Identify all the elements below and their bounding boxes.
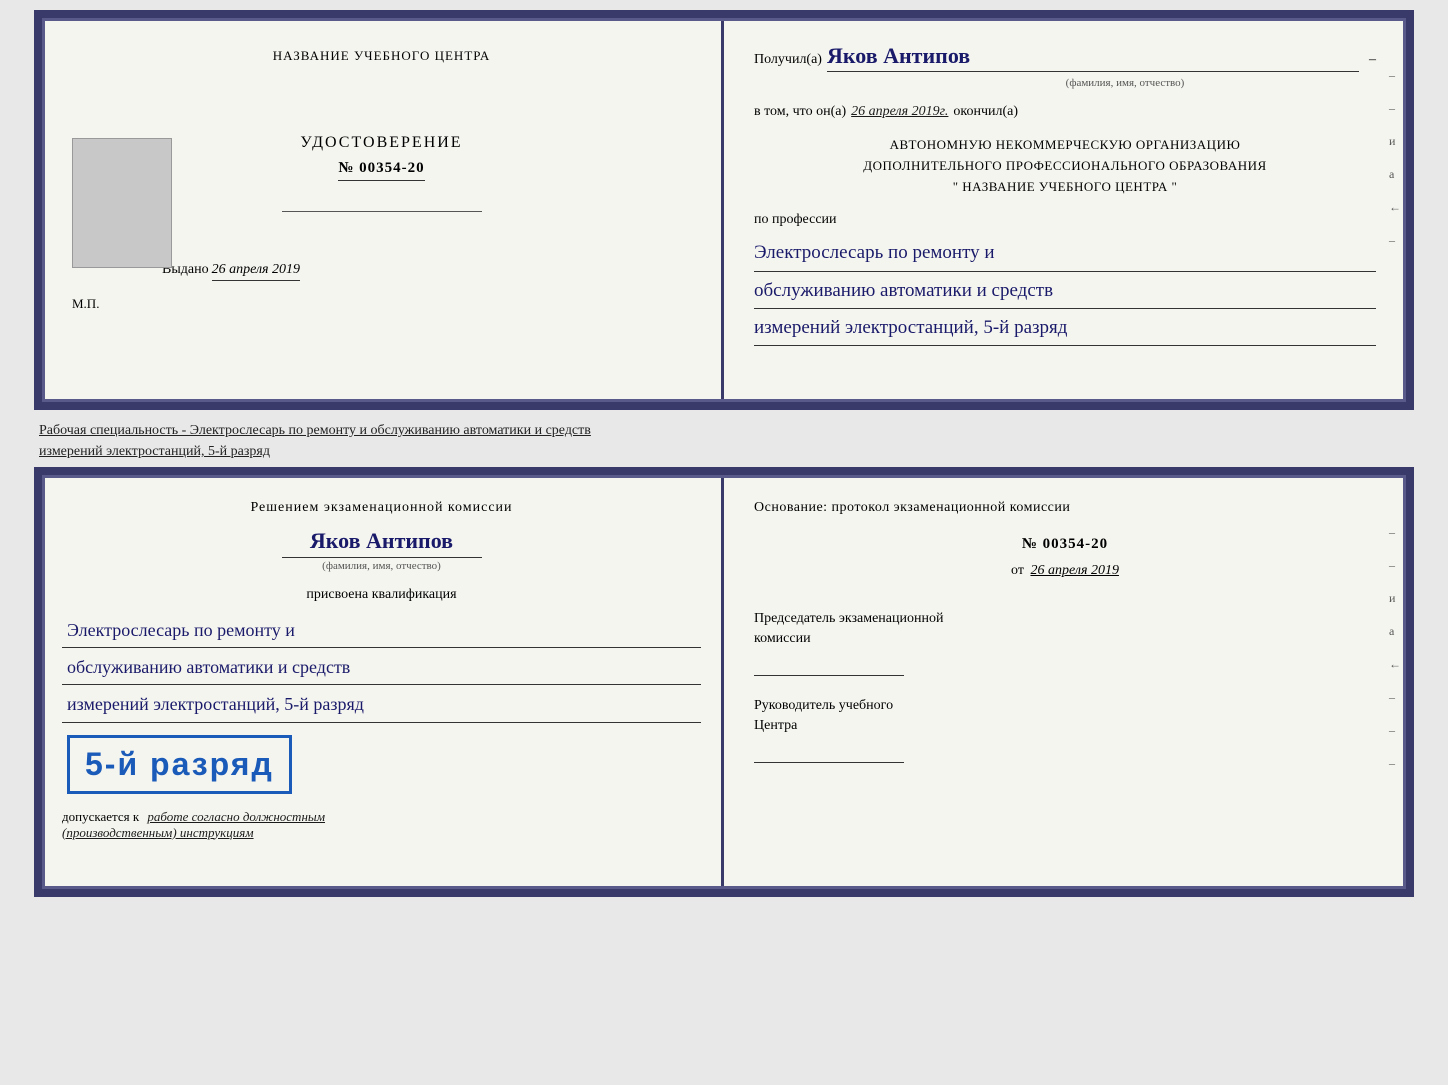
chairman-title: Председатель экзаменационной комиссии (754, 609, 1376, 648)
chairman-line2: комиссии (754, 631, 811, 646)
head-line2: Центра (754, 718, 797, 733)
info-line1: Рабочая специальность - Электрослесарь п… (39, 420, 1409, 441)
side-text-bottom: – – и а ← – – – (1389, 525, 1401, 771)
org-line2: ДОПОЛНИТЕЛЬНОГО ПРОФЕССИОНАЛЬНОГО ОБРАЗО… (754, 156, 1376, 177)
profession-line1: Электрослесарь по ремонту и (754, 236, 1376, 271)
bottom-document: Решением экзаменационной комиссии Яков А… (34, 467, 1414, 897)
admission-text: допускается к работе согласно должностны… (62, 809, 701, 841)
protocol-date-prefix: от (1011, 563, 1024, 578)
info-text: Рабочая специальность - Электрослесарь п… (34, 410, 1414, 467)
date-value: 26 апреля 2019г. (851, 104, 948, 120)
head-signature-line (754, 743, 904, 763)
date-label: в том, что он(а) (754, 104, 846, 120)
protocol-number: № 00354-20 (754, 536, 1376, 553)
admission-handwritten: работе согласно должностным (147, 809, 325, 824)
profession-label: по профессии (754, 212, 1376, 228)
admission-label: допускается к (62, 809, 139, 824)
issued-date: 26 апреля 2019 (212, 262, 300, 281)
recipient-line: Получил(а) Яков Антипов – (754, 43, 1376, 72)
protocol-date-value: 26 апреля 2019 (1030, 563, 1118, 578)
chairman-block: Председатель экзаменационной комиссии (754, 609, 1376, 676)
org-line3: " НАЗВАНИЕ УЧЕБНОГО ЦЕНТРА " (754, 177, 1376, 198)
basis-title: Основание: протокол экзаменационной коми… (754, 500, 1376, 516)
recipient-name: Яков Антипов (827, 43, 1359, 72)
top-right-page: Получил(а) Яков Антипов – (фамилия, имя,… (724, 18, 1406, 402)
cert-title: УДОСТОВЕРЕНИЕ (300, 134, 462, 152)
bottom-left-page: Решением экзаменационной комиссии Яков А… (42, 475, 724, 889)
commission-decision: Решением экзаменационной комиссии (62, 500, 701, 516)
profession-line2: обслуживанию автоматики и средств (754, 274, 1376, 309)
bottom-profession-line2: обслуживанию автоматики и средств (62, 650, 701, 685)
bottom-right-page: Основание: протокол экзаменационной коми… (724, 475, 1406, 889)
head-block: Руководитель учебного Центра (754, 696, 1376, 763)
chairman-signature-line (754, 656, 904, 676)
org-name-top: НАЗВАНИЕ УЧЕБНОГО ЦЕНТРА (273, 48, 490, 64)
profession-line3: измерений электростанций, 5-й разряд (754, 311, 1376, 346)
qualification-label: присвоена квалификация (62, 587, 701, 603)
admission-handwritten2: (производственным) инструкциям (62, 825, 254, 840)
chairman-line1: Председатель экзаменационной (754, 611, 943, 626)
date-line: в том, что он(а) 26 апреля 2019г. окончи… (754, 104, 1376, 120)
org-block: АВТОНОМНУЮ НЕКОММЕРЧЕСКУЮ ОРГАНИЗАЦИЮ ДО… (754, 135, 1376, 197)
top-document: НАЗВАНИЕ УЧЕБНОГО ЦЕНТРА УДОСТОВЕРЕНИЕ №… (34, 10, 1414, 410)
info-line2: измерений электростанций, 5-й разряд (39, 441, 1409, 462)
bottom-profession-line1: Электрослесарь по ремонту и (62, 613, 701, 648)
rank-badge: 5-й разряд (67, 735, 292, 794)
protocol-date: от 26 апреля 2019 (754, 563, 1376, 579)
cert-number: № 00354-20 (338, 160, 424, 181)
bottom-person-name: Яков Антипов (62, 528, 701, 554)
fio-label-top: (фамилия, имя, отчество) (874, 77, 1376, 89)
bottom-fio-label: (фамилия, имя, отчество) (282, 557, 482, 572)
stamp-line: М.П. (72, 296, 99, 312)
recipient-label: Получил(а) (754, 52, 822, 68)
head-line1: Руководитель учебного (754, 698, 893, 713)
finished-label: окончил(а) (953, 104, 1018, 120)
top-left-page: НАЗВАНИЕ УЧЕБНОГО ЦЕНТРА УДОСТОВЕРЕНИЕ №… (42, 18, 724, 402)
org-line1: АВТОНОМНУЮ НЕКОММЕРЧЕСКУЮ ОРГАНИЗАЦИЮ (754, 135, 1376, 156)
head-title: Руководитель учебного Центра (754, 696, 1376, 735)
photo-placeholder (72, 138, 172, 268)
bottom-profession-line3: измерений электростанций, 5-й разряд (62, 687, 701, 722)
rank-badge-text: 5-й разряд (85, 746, 274, 782)
side-text-top: – – и а ← – (1389, 68, 1401, 248)
